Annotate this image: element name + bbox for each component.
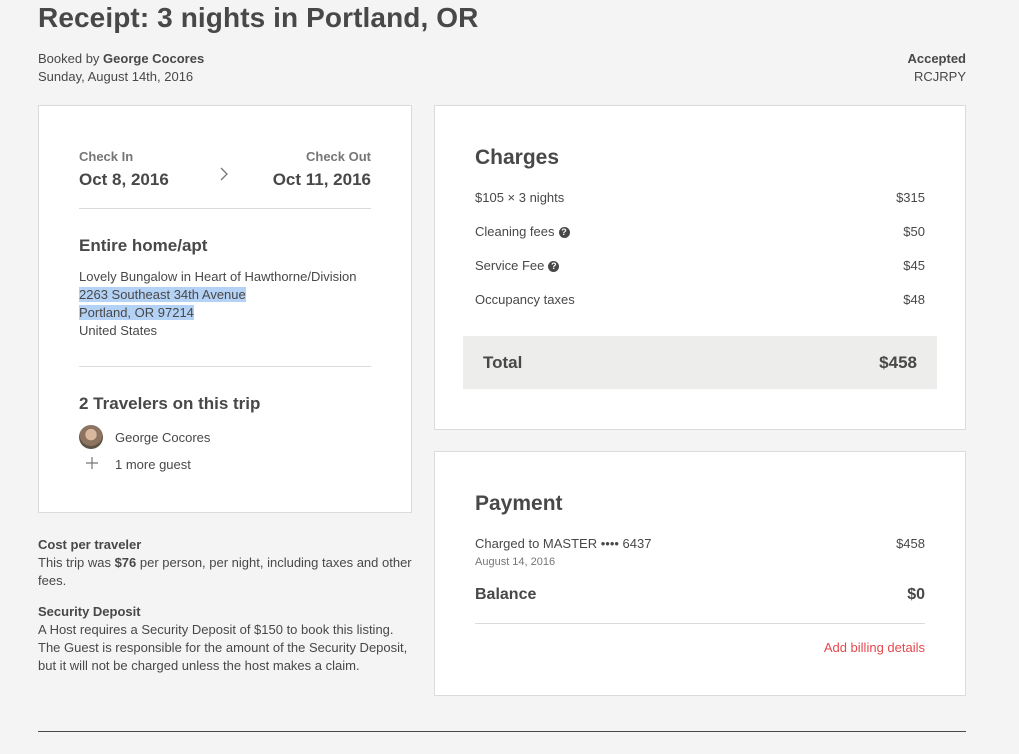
security-deposit: Security Deposit A Host requires a Secur…: [38, 603, 412, 675]
room-type: Entire home/apt: [79, 236, 208, 255]
booked-date: Sunday, August 14th, 2016: [38, 69, 194, 84]
charge-row: $105 × 3 nights $315: [475, 190, 925, 205]
booked-by-prefix: Booked by: [38, 51, 104, 66]
avatar: [79, 425, 103, 449]
plus-icon[interactable]: [85, 456, 99, 475]
charge-label: $105 × 3 nights: [475, 190, 565, 205]
booked-by: Booked by George Cocores: [38, 50, 204, 68]
travelers-heading: 2 Travelers on this trip: [79, 394, 261, 413]
booked-by-name: George Cocores: [103, 51, 205, 66]
help-icon[interactable]: ?: [548, 261, 560, 273]
trip-card: Check In Oct 8, 2016 Check Out Oct 11, 2…: [38, 105, 412, 513]
total-amount: $458: [879, 352, 917, 372]
confirmation-code: RCJRPY: [913, 69, 966, 84]
listing-name: Lovely Bungalow in Heart of Hawthorne/Di…: [79, 269, 357, 284]
traveler-name: George Cocores: [115, 430, 211, 445]
booking-meta: Booked by George Cocores Sunday, August …: [38, 50, 204, 86]
check-in-label: Check In: [79, 149, 134, 164]
page-title: Receipt: 3 nights in Portland, OR: [38, 2, 479, 33]
divider: [475, 623, 925, 624]
cost-per-traveler: Cost per traveler This trip was $76 per …: [38, 536, 412, 590]
charge-row: Service Fee? $45: [475, 258, 925, 273]
help-icon[interactable]: ?: [558, 227, 570, 239]
charge-amount: $50: [903, 224, 925, 239]
charge-amount: $315: [896, 190, 925, 205]
charge-row: Cleaning fees? $50: [475, 224, 925, 239]
address-country: United States: [79, 323, 158, 338]
booking-status: Accepted RCJRPY: [907, 50, 966, 86]
charged-date: August 14, 2016: [475, 556, 556, 568]
cost-heading: Cost per traveler: [38, 537, 142, 552]
add-billing-details-link[interactable]: Add billing details: [824, 640, 925, 655]
total-row: Total $458: [463, 336, 937, 389]
divider: [79, 208, 371, 209]
deposit-text: A Host requires a Security Deposit of $1…: [38, 622, 408, 673]
charge-amount: $48: [903, 292, 925, 307]
check-out-date: Oct 11, 2016: [272, 170, 371, 189]
status-badge: Accepted: [907, 51, 966, 66]
charges-card: Charges $105 × 3 nights $315 Cleaning fe…: [434, 105, 966, 430]
address-line1: 2263 Southeast 34th Avenue: [79, 287, 246, 302]
total-label: Total: [483, 352, 523, 372]
payment-heading: Payment: [475, 492, 563, 515]
check-in-date: Oct 8, 2016: [79, 170, 169, 189]
charge-amount: $45: [903, 258, 925, 273]
bottom-divider: [38, 731, 966, 732]
cost-prefix: This trip was: [38, 555, 115, 570]
chevron-right-icon: [219, 166, 229, 187]
divider: [79, 366, 371, 367]
balance-label: Balance: [475, 586, 537, 603]
charge-label: Service Fee: [475, 258, 545, 273]
check-out-label: Check Out: [305, 149, 371, 164]
charge-row: Occupancy taxes $48: [475, 292, 925, 307]
address-line2: Portland, OR 97214: [79, 305, 194, 320]
charged-to: Charged to MASTER •••• 6437: [475, 536, 652, 551]
deposit-heading: Security Deposit: [38, 604, 141, 619]
charge-label: Occupancy taxes: [475, 292, 575, 307]
charges-heading: Charges: [475, 146, 560, 169]
payment-card: Payment Charged to MASTER •••• 6437 $458…: [434, 451, 966, 696]
balance-amount: $0: [907, 586, 925, 603]
charge-label: Cleaning fees: [475, 224, 555, 239]
cost-text: This trip was $76 per person, per night,…: [38, 554, 412, 590]
cost-value: $76: [114, 555, 137, 570]
charged-amount: $458: [896, 536, 925, 551]
listing-address: Lovely Bungalow in Heart of Hawthorne/Di…: [79, 268, 356, 340]
more-guests-link[interactable]: 1 more guest: [115, 457, 191, 472]
